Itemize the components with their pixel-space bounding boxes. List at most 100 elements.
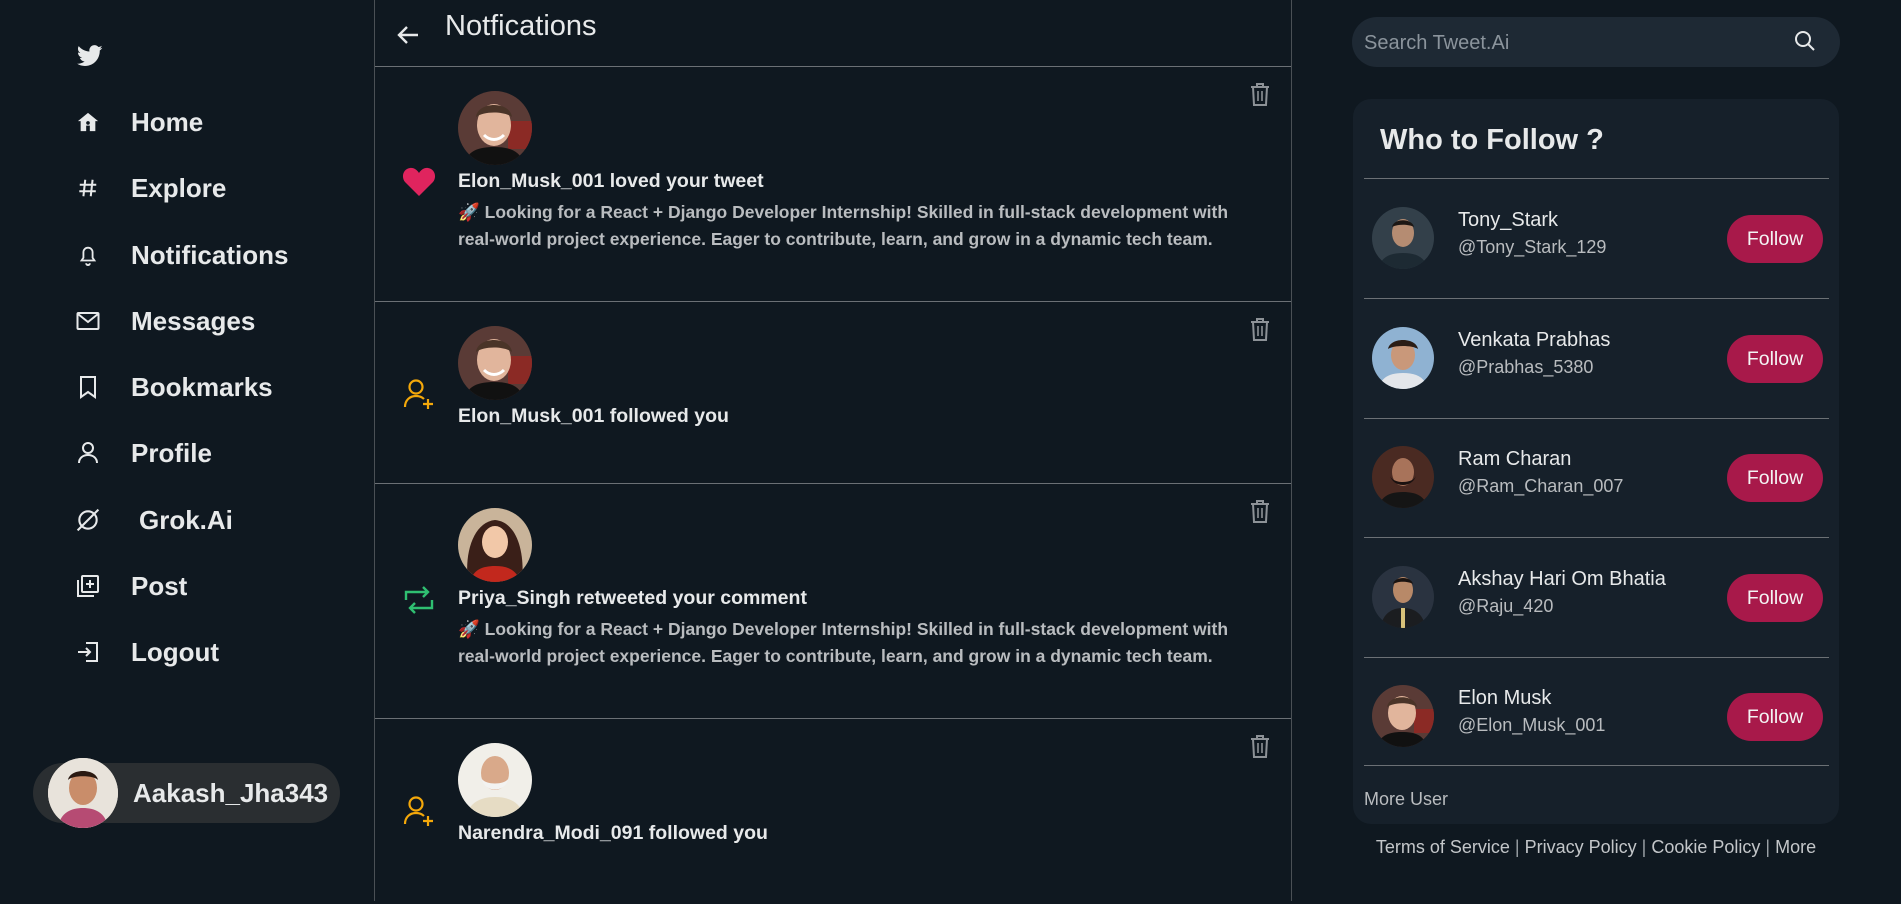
footer-separator: | — [1765, 837, 1771, 857]
notification-item[interactable]: Elon_Musk_001 loved your tweet 🚀 Looking… — [375, 67, 1291, 302]
notification-title: Priya_Singh retweeted your comment — [458, 587, 807, 609]
post-icon — [75, 573, 101, 599]
nav-bookmarks-label: Bookmarks — [131, 371, 273, 402]
bell-icon — [75, 242, 101, 268]
suggestion-name[interactable]: Venkata Prabhas — [1458, 329, 1610, 352]
notification-content: Elon_Musk_001 loved your tweet 🚀 Looking… — [458, 170, 1258, 253]
suggestion-name[interactable]: Elon Musk — [1458, 687, 1551, 710]
hashtag-icon — [75, 175, 101, 201]
follow-button[interactable]: Follow — [1727, 574, 1823, 622]
nav-home[interactable]: Home — [75, 102, 203, 142]
mail-icon — [75, 308, 101, 334]
notification-content: Narendra_Modi_091 followed you — [458, 822, 1258, 845]
follow-button[interactable]: Follow — [1727, 335, 1823, 383]
more-users-link[interactable]: More User — [1364, 789, 1448, 810]
notifications-panel: Notfications Elon_Musk_001 loved your tw… — [374, 0, 1292, 901]
nav-explore-label: Explore — [131, 172, 227, 203]
footer-separator: | — [1514, 837, 1520, 857]
back-arrow-icon[interactable] — [395, 22, 421, 48]
suggestion-handle: @Prabhas_5380 — [1458, 357, 1594, 377]
page-title: Notfications — [445, 10, 597, 42]
grok-icon — [75, 507, 101, 533]
follow-suggestion: Tony_Stark @Tony_Stark_129 Follow — [1364, 179, 1829, 298]
terms-link[interactable]: Terms of Service — [1376, 837, 1510, 857]
user-plus-icon — [402, 794, 436, 828]
suggestion-handle: @Raju_420 — [1458, 596, 1554, 616]
more-link[interactable]: More — [1775, 837, 1816, 857]
notification-item[interactable]: Elon_Musk_001 followed you — [375, 302, 1291, 484]
follow-suggestion: Venkata Prabhas @Prabhas_5380 Follow — [1364, 299, 1829, 418]
footer-links: Terms of Service | Privacy Policy | Cook… — [1353, 837, 1839, 858]
nav-notifications-label: Notifications — [131, 239, 289, 270]
notification-avatar[interactable] — [458, 743, 532, 817]
nav-grok[interactable]: Grok.Ai — [75, 500, 233, 540]
notification-item[interactable]: Narendra_Modi_091 followed you — [375, 719, 1291, 904]
nav-grok-label: Grok.Ai — [139, 504, 233, 535]
trash-icon[interactable] — [1248, 733, 1272, 759]
notification-title: Elon_Musk_001 loved your tweet — [458, 170, 764, 192]
suggestion-handle: @Elon_Musk_001 — [1458, 715, 1606, 735]
notification-body: 🚀 Looking for a React + Django Developer… — [458, 619, 1229, 666]
notification-avatar[interactable] — [458, 91, 532, 165]
notification-title: Narendra_Modi_091 followed you — [458, 822, 768, 844]
follow-suggestion: Elon Musk @Elon_Musk_001 Follow — [1364, 657, 1829, 776]
avatar[interactable] — [1372, 566, 1434, 628]
notification-body: 🚀 Looking for a React + Django Developer… — [458, 202, 1229, 249]
user-plus-icon — [402, 377, 436, 411]
who-to-follow-card: Who to Follow ? Tony_Stark @Tony_Stark_1… — [1353, 99, 1839, 824]
twitter-bird-icon[interactable] — [76, 45, 103, 67]
footer-separator: | — [1641, 837, 1647, 857]
notification-avatar[interactable] — [458, 326, 532, 400]
avatar[interactable] — [1372, 446, 1434, 508]
who-to-follow-title: Who to Follow ? — [1380, 124, 1604, 156]
user-icon — [75, 440, 101, 466]
heart-icon — [402, 166, 436, 200]
home-icon — [75, 109, 101, 135]
suggestion-name[interactable]: Ram Charan — [1458, 448, 1571, 471]
notification-title: Elon_Musk_001 followed you — [458, 405, 729, 427]
divider — [1364, 765, 1829, 766]
nav-post[interactable]: Post — [75, 566, 187, 606]
avatar[interactable] — [1372, 685, 1434, 747]
nav-profile-label: Profile — [131, 437, 212, 468]
notification-avatar[interactable] — [458, 508, 532, 582]
search-icon[interactable] — [1794, 30, 1816, 52]
current-user-card[interactable]: Aakash_Jha343 — [33, 758, 340, 828]
nav-profile[interactable]: Profile — [75, 433, 212, 473]
avatar[interactable] — [1372, 327, 1434, 389]
page-header: Notfications — [375, 0, 1291, 67]
left-sidebar: Home Explore Notifications Messages Book… — [0, 0, 374, 901]
follow-suggestion: Ram Charan @Ram_Charan_007 Follow — [1364, 418, 1829, 537]
notification-item[interactable]: Priya_Singh retweeted your comment 🚀 Loo… — [375, 484, 1291, 719]
suggestion-name[interactable]: Akshay Hari Om Bhatia — [1458, 568, 1666, 591]
follow-button[interactable]: Follow — [1727, 215, 1823, 263]
avatar[interactable] — [1372, 207, 1434, 269]
nav-home-label: Home — [131, 106, 204, 137]
nav-post-label: Post — [131, 570, 188, 601]
notification-content: Priya_Singh retweeted your comment 🚀 Loo… — [458, 587, 1258, 670]
notification-content: Elon_Musk_001 followed you — [458, 405, 1258, 428]
nav-logout-label: Logout — [131, 636, 220, 667]
trash-icon[interactable] — [1248, 316, 1272, 342]
trash-icon[interactable] — [1248, 498, 1272, 524]
cookie-link[interactable]: Cookie Policy — [1651, 837, 1760, 857]
suggestion-handle: @Tony_Stark_129 — [1458, 237, 1607, 257]
suggestion-name[interactable]: Tony_Stark — [1458, 209, 1558, 232]
follow-button[interactable]: Follow — [1727, 693, 1823, 741]
bookmark-icon — [75, 374, 101, 400]
retweet-icon — [402, 585, 436, 619]
search-bar — [1352, 17, 1840, 69]
follow-button[interactable]: Follow — [1727, 454, 1823, 502]
trash-icon[interactable] — [1248, 81, 1272, 107]
avatar — [48, 758, 118, 828]
privacy-link[interactable]: Privacy Policy — [1525, 837, 1637, 857]
nav-messages-label: Messages — [131, 305, 256, 336]
logout-icon — [75, 639, 101, 665]
current-username: Aakash_Jha343 — [133, 777, 329, 808]
nav-logout[interactable]: Logout — [75, 632, 219, 672]
nav-notifications[interactable]: Notifications — [75, 235, 288, 275]
nav-explore[interactable]: Explore — [75, 168, 226, 208]
nav-bookmarks[interactable]: Bookmarks — [75, 367, 273, 407]
search-input[interactable] — [1362, 17, 1786, 69]
nav-messages[interactable]: Messages — [75, 301, 255, 341]
